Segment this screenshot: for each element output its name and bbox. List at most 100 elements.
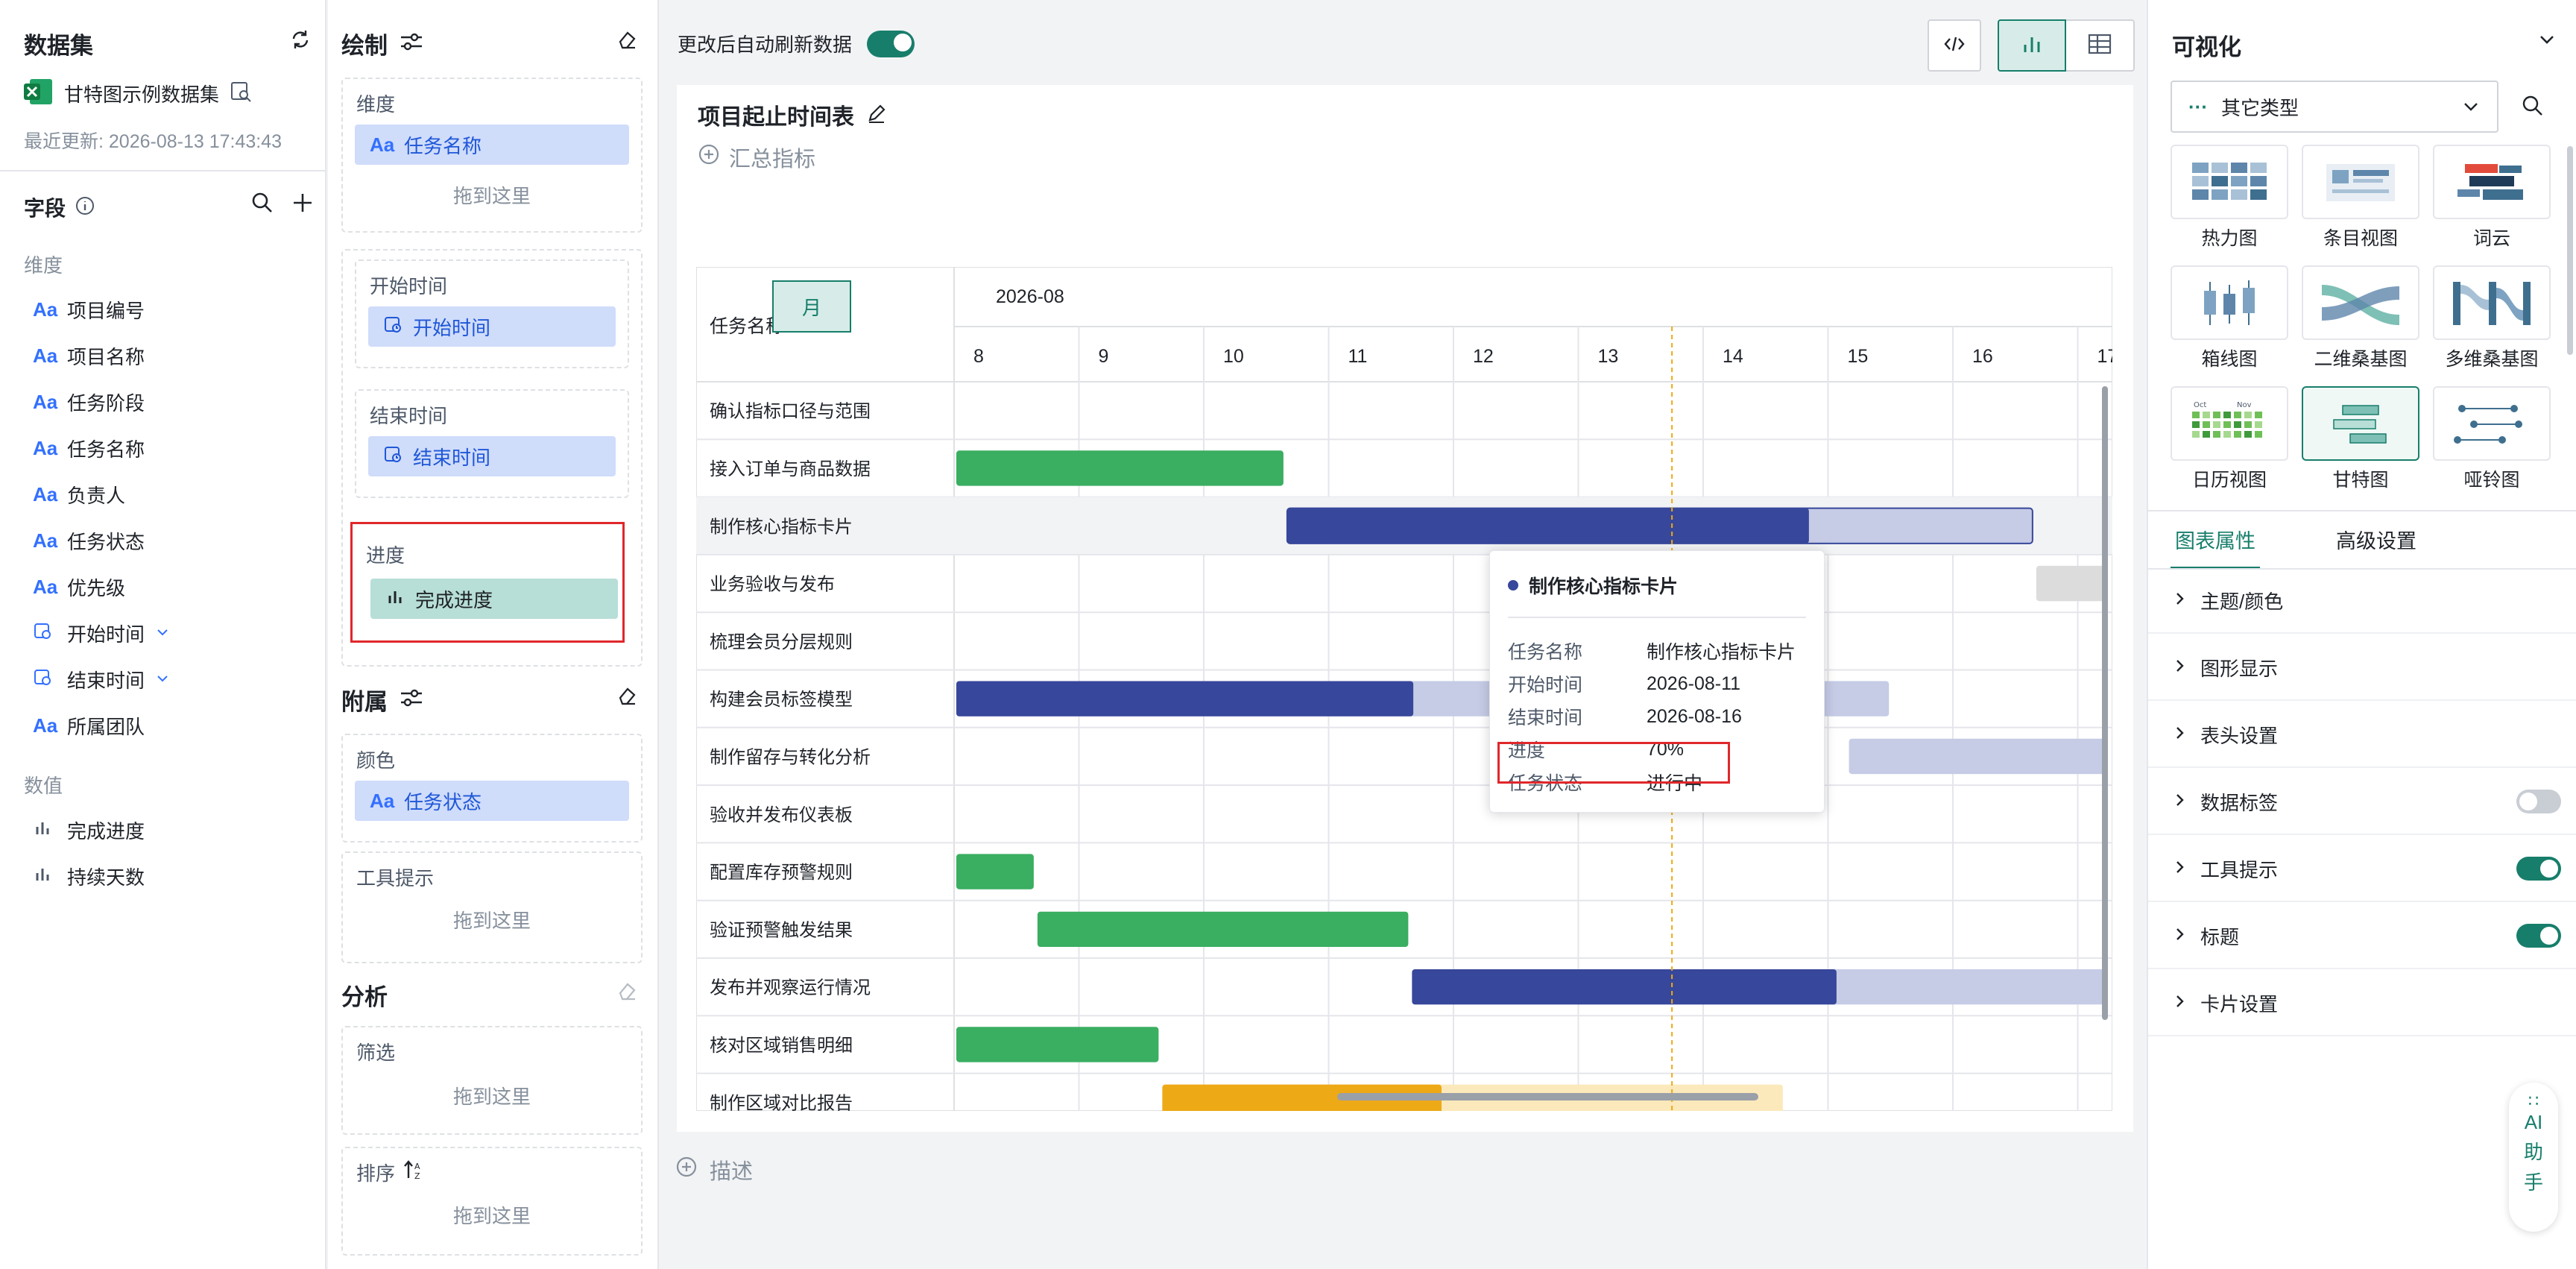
property-label: 图形显示 xyxy=(2200,657,2279,680)
gantt-vertical-scrollbar[interactable] xyxy=(2102,386,2108,1020)
add-field-icon[interactable] xyxy=(291,191,315,218)
dataset-name[interactable]: 甘特图示例数据集 xyxy=(64,80,219,107)
info-icon[interactable] xyxy=(75,195,95,220)
field-item[interactable]: Aa 项目名称 xyxy=(0,333,325,379)
chart-type-option[interactable] xyxy=(2171,145,2288,219)
field-label: 项目名称 xyxy=(67,345,145,368)
add-metric-button[interactable]: 汇总指标 xyxy=(698,142,815,173)
clear-encoding-icon[interactable] xyxy=(616,28,638,54)
property-toggle[interactable] xyxy=(2516,924,2561,948)
code-view-button[interactable] xyxy=(1928,19,1981,72)
chart-type-select[interactable]: ··· 其它类型 xyxy=(2171,81,2498,133)
start-time-pill[interactable]: 开始时间 xyxy=(368,306,616,347)
field-item[interactable]: Aa 任务名称 xyxy=(0,425,325,471)
gantt-task-label: 验收并发布仪表板 xyxy=(710,805,853,825)
table-view-button[interactable] xyxy=(2066,19,2135,72)
color-pill[interactable]: Aa 任务状态 xyxy=(355,781,629,821)
search-chart-icon[interactable] xyxy=(2521,94,2545,122)
field-item[interactable]: 持续天数 xyxy=(0,853,325,899)
chart-title[interactable]: 项目起止时间表 xyxy=(698,98,854,131)
gantt-bar-progress[interactable] xyxy=(1412,969,1837,1005)
tooltip-dropzone[interactable]: 工具提示 拖到这里 xyxy=(341,851,643,963)
filter-dropzone[interactable]: 筛选 拖到这里 xyxy=(341,1026,643,1135)
property-toggle[interactable] xyxy=(2516,790,2561,813)
chart-type-option[interactable] xyxy=(2302,265,2419,340)
table-icon xyxy=(2087,33,2112,59)
ai-assistant-button[interactable]: ∷ AI 助 手 xyxy=(2509,1083,2558,1232)
svg-text:Oct: Oct xyxy=(2194,401,2206,409)
add-description-button[interactable]: 描述 xyxy=(675,1154,753,1185)
chart-type-option[interactable] xyxy=(2302,386,2419,461)
chart-type-option[interactable]: Oct Nov xyxy=(2171,386,2288,461)
gallery-scrollbar[interactable] xyxy=(2567,146,2573,355)
chart-type-option[interactable] xyxy=(2433,145,2551,219)
field-item[interactable]: Aa 负责人 xyxy=(0,471,325,517)
field-item[interactable]: Aa 优先级 xyxy=(0,564,325,610)
property-row[interactable]: 卡片设置 xyxy=(2148,971,2576,1036)
chart-type-option[interactable] xyxy=(2302,145,2419,219)
drop-hint: 拖到这里 xyxy=(452,1205,531,1227)
gantt-bar-progress[interactable] xyxy=(956,450,1284,486)
gantt-bar-progress[interactable] xyxy=(1287,508,1809,544)
field-item[interactable]: Aa 任务阶段 xyxy=(0,379,325,425)
search-fields-icon[interactable] xyxy=(250,191,274,218)
auto-refresh-toggle[interactable] xyxy=(867,30,915,57)
granularity-1[interactable]: 月 xyxy=(772,280,851,333)
ai-label-2: 助 xyxy=(2523,1141,2543,1163)
field-item[interactable]: 开始时间 xyxy=(0,610,325,656)
chevron-down-icon[interactable] xyxy=(155,622,170,645)
field-item[interactable]: 完成进度 xyxy=(0,807,325,853)
gantt-bar-progress[interactable] xyxy=(956,854,1034,889)
progress-dropzone-highlight[interactable]: 进度 完成进度 xyxy=(350,522,625,643)
field-item[interactable]: Aa 所属团队 xyxy=(0,702,325,749)
field-item[interactable]: 结束时间 xyxy=(0,656,325,702)
settings-sliders-icon[interactable] xyxy=(400,31,423,56)
tab-chart-properties[interactable]: 图表属性 xyxy=(2175,525,2255,554)
gantt-day-tick: 15 xyxy=(1848,346,1869,367)
chart-view-button[interactable] xyxy=(1998,19,2066,72)
sort-az-icon[interactable]: AZ xyxy=(402,1159,425,1186)
excel-icon xyxy=(24,78,54,110)
settings-sliders-icon[interactable] xyxy=(400,687,423,712)
gantt-bar-remaining[interactable] xyxy=(2036,565,2108,602)
text-type-icon: Aa xyxy=(33,297,58,321)
gantt-horizontal-scrollbar[interactable] xyxy=(1337,1093,1758,1100)
property-row[interactable]: 图形显示 xyxy=(2148,635,2576,701)
chevron-down-icon[interactable] xyxy=(155,668,170,691)
refresh-dataset-icon[interactable] xyxy=(289,28,312,54)
property-row[interactable]: 工具提示 xyxy=(2148,837,2576,902)
dimension-dropzone[interactable]: 维度 Aa 任务名称 拖到这里 xyxy=(341,78,643,233)
color-dropzone[interactable]: 颜色 Aa 任务状态 xyxy=(341,734,643,843)
end-time-pill[interactable]: 结束时间 xyxy=(368,436,616,476)
clear-attach-icon[interactable] xyxy=(616,684,638,711)
progress-pill[interactable]: 完成进度 xyxy=(370,579,618,619)
field-label: 完成进度 xyxy=(67,819,145,843)
gantt-bar-remaining[interactable] xyxy=(1849,738,2108,775)
field-label: 任务状态 xyxy=(67,530,145,553)
gantt-bar-progress[interactable] xyxy=(956,1027,1159,1062)
property-row[interactable]: 主题/颜色 xyxy=(2148,568,2576,634)
property-row[interactable]: 数据标签 xyxy=(2148,769,2576,835)
start-time-dropzone[interactable]: 开始时间 开始时间 xyxy=(355,259,629,368)
edit-title-icon[interactable] xyxy=(866,103,887,127)
property-row[interactable]: 表头设置 xyxy=(2148,702,2576,768)
gantt-bar-progress[interactable] xyxy=(956,681,1414,717)
property-toggle[interactable] xyxy=(2516,857,2561,881)
collapse-chevron-icon[interactable] xyxy=(2536,28,2558,54)
chart-type-option[interactable] xyxy=(2433,265,2551,340)
field-item[interactable]: Aa 任务状态 xyxy=(0,517,325,564)
field-item[interactable]: Aa 项目编号 xyxy=(0,286,325,333)
property-row[interactable]: 标题 xyxy=(2148,904,2576,969)
chart-type-option[interactable] xyxy=(2171,265,2288,340)
dimension-pill[interactable]: Aa 任务名称 xyxy=(355,125,629,165)
chart-type-option[interactable] xyxy=(2433,386,2551,461)
clear-analysis-icon[interactable] xyxy=(616,980,638,1006)
dataset-preview-icon[interactable] xyxy=(230,81,252,107)
tab-advanced-settings[interactable]: 高级设置 xyxy=(2336,525,2416,554)
gantt-bar-progress[interactable] xyxy=(1037,911,1409,947)
chart-type-label: 二维桑基图 xyxy=(2314,349,2408,370)
chart-type-thumbnail-icon xyxy=(2434,157,2549,209)
end-time-dropzone[interactable]: 结束时间 结束时间 xyxy=(355,389,629,498)
sort-dropzone[interactable]: 排序 A Z 拖到这里 xyxy=(341,1147,643,1256)
tooltip-row: 结束时间 2026-08-16 xyxy=(1508,700,1816,733)
